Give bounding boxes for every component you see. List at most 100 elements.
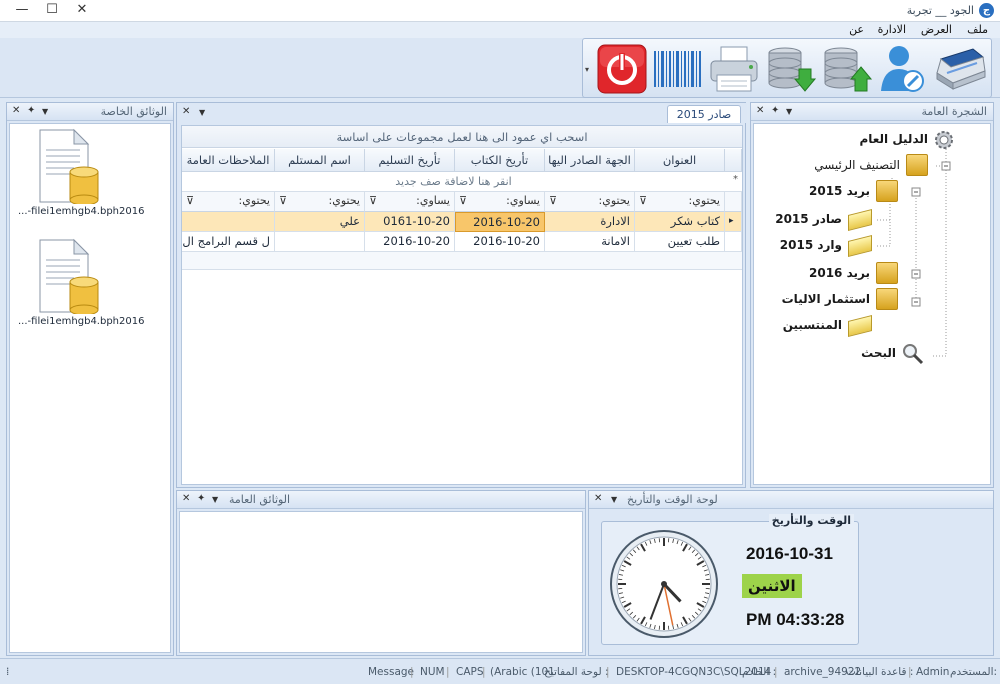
status-database-label: قاعدة البيانات : xyxy=(846,666,914,678)
tree-node-label: التصنيف الرئيسي xyxy=(814,158,900,172)
status-user-label: المستخدم: xyxy=(950,666,998,678)
row-indicator xyxy=(725,232,742,252)
cell-delivery-date[interactable]: 0161-10-20 xyxy=(365,212,455,232)
printer-icon xyxy=(710,46,758,92)
category-icon xyxy=(876,262,898,284)
column-header-receiver-name[interactable]: اسم المستلم xyxy=(275,149,365,172)
column-header-title[interactable]: العنوان xyxy=(635,149,725,172)
row-indicator-header xyxy=(725,149,742,172)
cell-recipient[interactable]: الادارة xyxy=(545,212,635,232)
table-row[interactable]: ▸ كتاب شكر الادارة 2016-10-20 0161-10-20… xyxy=(182,212,742,232)
current-day: الاثنين xyxy=(742,574,802,598)
status-num: NUM xyxy=(420,666,445,678)
cell-recipient[interactable]: الامانة xyxy=(545,232,635,252)
menu-about[interactable]: عن xyxy=(849,23,864,36)
filter-icon[interactable]: ⊽ xyxy=(186,192,194,210)
filter-letter-date[interactable]: يساوي: ⊽ xyxy=(455,192,545,212)
menu-bar: ملف العرض الادارة عن xyxy=(0,22,1000,38)
new-row-prompt[interactable]: * انقر هنا لاضافة صف جديد xyxy=(182,172,742,192)
download-database-button[interactable] xyxy=(763,43,817,95)
group-by-area[interactable]: اسحب اي عمود الى هنا لعمل مجموعات على اس… xyxy=(182,126,742,148)
cell-letter-date[interactable]: 2016-10-20 xyxy=(455,232,545,252)
filter-icon[interactable]: ⊽ xyxy=(549,192,557,210)
minimize-button[interactable]: — xyxy=(8,1,36,19)
cell-title[interactable]: طلب تعيين xyxy=(635,232,725,252)
status-message: Message xyxy=(368,666,415,678)
datetime-header: ✕ ▼ لوحة الوقت والتأريخ xyxy=(589,491,993,509)
power-button[interactable] xyxy=(595,43,649,95)
add-user-button[interactable] xyxy=(875,43,929,95)
status-caps: CAPS xyxy=(456,666,484,678)
menu-admin[interactable]: الادارة xyxy=(878,23,906,36)
new-row-star-icon: * xyxy=(733,174,738,185)
panel-pin-icon[interactable]: ✦ xyxy=(197,493,205,504)
close-button[interactable]: ✕ xyxy=(68,1,96,19)
cell-receiver-name[interactable]: علي xyxy=(275,212,365,232)
cell-notes[interactable]: ل قسم البرامج ال... xyxy=(182,232,275,252)
panel-pin-icon[interactable]: ✦ xyxy=(27,105,35,116)
filter-title[interactable]: يحتوي: ⊽ xyxy=(635,192,725,212)
document-item[interactable]: ...-filei1emhgb4.bph2016 xyxy=(14,238,144,332)
barcode-button[interactable] xyxy=(651,43,705,95)
print-button[interactable] xyxy=(707,43,761,95)
cell-letter-date[interactable]: 2016-10-20 xyxy=(455,212,545,232)
public-documents-header: ✕ ✦ ▼ الوثائق العامة xyxy=(177,491,585,509)
filter-delivery-date[interactable]: يساوي: ⊽ xyxy=(365,192,455,212)
panel-close-icon[interactable]: ✕ xyxy=(12,105,20,116)
resize-grip-icon[interactable]: ⁞ xyxy=(6,666,9,678)
cell-receiver-name[interactable] xyxy=(275,232,365,252)
tab-menu-icon[interactable]: ▼ xyxy=(199,108,205,117)
filter-recipient[interactable]: يحتوي: ⊽ xyxy=(545,192,635,212)
panel-close-icon[interactable]: ✕ xyxy=(594,493,602,504)
column-header-recipient[interactable]: الجهة الصادر اليها xyxy=(545,149,635,172)
tab-close-icon[interactable]: ✕ xyxy=(182,106,190,117)
tree-node-label: الدليل العام xyxy=(859,132,928,146)
row-pointer-icon: ▸ xyxy=(725,212,742,232)
document-item[interactable]: ...-filei1emhgb4.bph2016 xyxy=(14,128,144,222)
document-database-icon xyxy=(39,238,99,314)
tree-node-label: المنتسبين xyxy=(782,318,842,332)
filter-icon[interactable]: ⊽ xyxy=(639,192,647,210)
private-documents-panel: ✕ ✦ ▼ الوثائق الخاصة ...-filei1emhgb4.bp… xyxy=(6,102,174,656)
filter-icon[interactable]: ⊽ xyxy=(369,192,377,210)
scanner-button[interactable] xyxy=(933,43,987,95)
document-tab-strip: ✕ ▼ صادر 2015 xyxy=(177,103,747,123)
menu-file[interactable]: ملف xyxy=(967,23,988,36)
tree-node-label: صادر 2015 xyxy=(775,212,842,226)
tree-node-label: البحث xyxy=(861,346,896,360)
filter-icon[interactable]: ⊽ xyxy=(459,192,467,210)
status-separator: | xyxy=(606,666,610,678)
tab-outgoing-2015[interactable]: صادر 2015 xyxy=(667,105,741,123)
status-separator: | xyxy=(446,666,450,678)
toolbar-overflow-icon[interactable]: ▾ xyxy=(585,65,589,74)
filter-icon[interactable]: ⊽ xyxy=(279,192,287,210)
menu-view[interactable]: العرض xyxy=(921,23,952,36)
cell-notes[interactable] xyxy=(182,212,275,232)
panel-close-icon[interactable]: ✕ xyxy=(756,105,764,116)
power-icon xyxy=(597,44,647,94)
cell-title[interactable]: كتاب شكر xyxy=(635,212,725,232)
filter-receiver-name[interactable]: يحتوي: ⊽ xyxy=(275,192,365,212)
status-keyboard-label: لوحة المفاتيح : xyxy=(544,666,609,678)
private-documents-header: ✕ ✦ ▼ الوثائق الخاصة xyxy=(7,103,173,121)
column-header-letter-date[interactable]: تأريخ الكتاب xyxy=(455,149,545,172)
filter-notes[interactable]: يحتوي: ⊽ xyxy=(182,192,275,212)
document-database-icon xyxy=(39,128,99,204)
table-row[interactable]: طلب تعيين الامانة 2016-10-20 2016-10-20 … xyxy=(182,232,742,252)
panel-menu-icon[interactable]: ▼ xyxy=(786,107,792,116)
panel-title: الشجرة العامة xyxy=(921,105,987,118)
outgoing-mail-panel: ✕ ▼ صادر 2015 اسحب اي عمود الى هنا لعمل … xyxy=(176,102,747,488)
panel-close-icon[interactable]: ✕ xyxy=(182,493,190,504)
maximize-button[interactable]: ☐ xyxy=(38,1,66,19)
column-header-delivery-date[interactable]: تأريخ التسليم xyxy=(365,149,455,172)
panel-menu-icon[interactable]: ▼ xyxy=(212,495,218,504)
panel-menu-icon[interactable]: ▼ xyxy=(611,495,617,504)
filter-operator: يساوي: xyxy=(416,194,450,207)
current-date: 2016-10-31 xyxy=(746,544,833,563)
cell-delivery-date[interactable]: 2016-10-20 xyxy=(365,232,455,252)
panel-menu-icon[interactable]: ▼ xyxy=(42,107,48,116)
column-header-notes[interactable]: الملاحظات العامة xyxy=(182,149,275,172)
panel-pin-icon[interactable]: ✦ xyxy=(771,105,779,116)
tree-node-label: وارد 2015 xyxy=(779,238,842,252)
upload-database-button[interactable] xyxy=(819,43,873,95)
